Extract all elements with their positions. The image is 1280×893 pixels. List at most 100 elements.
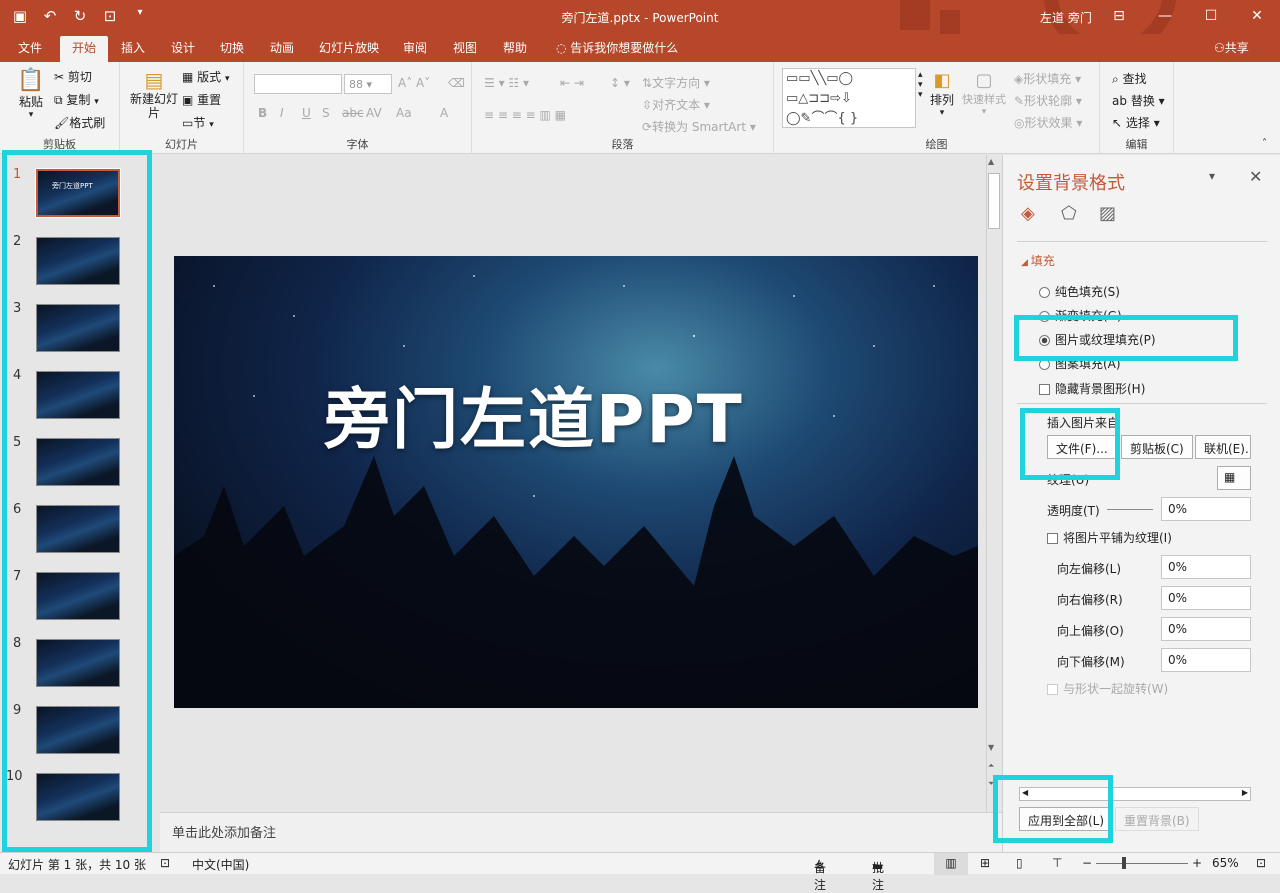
find-button[interactable]: ⌕ 查找	[1112, 70, 1147, 87]
scroll-right-icon[interactable]: ▶	[1242, 788, 1248, 797]
arrange-button[interactable]: ◧ 排列 ▾	[924, 70, 960, 118]
tab-animations[interactable]: 动画	[270, 39, 294, 56]
new-slide-button[interactable]: ▤ 新建幻灯片	[130, 68, 178, 120]
normal-view-icon[interactable]: ▥	[934, 853, 968, 875]
checkbox[interactable]	[1047, 684, 1058, 695]
slide-sorter-icon[interactable]: ⊞	[980, 856, 990, 870]
zoom-slider-thumb[interactable]	[1122, 857, 1126, 869]
clipboard-button[interactable]: 剪贴板(C)	[1121, 435, 1193, 459]
rotate-with-shape[interactable]: 与形状一起旋转(W)	[1047, 680, 1168, 697]
reset-background-button[interactable]: 重置背景(B)	[1115, 807, 1199, 831]
copy-button[interactable]: ⧉ 复制 ▾	[54, 91, 99, 108]
user-name[interactable]: 左道 旁门	[1040, 9, 1092, 26]
offset-bottom-input[interactable]: 0%	[1161, 648, 1251, 672]
transparency-slider[interactable]	[1107, 509, 1153, 510]
zoom-slider[interactable]	[1096, 863, 1188, 864]
reading-view-icon[interactable]: ▯	[1016, 856, 1023, 870]
ribbon-display-icon[interactable]: ⊟	[1096, 0, 1142, 32]
pentagon-icon[interactable]: ⬠	[1061, 203, 1077, 224]
tab-transitions[interactable]: 切换	[220, 39, 244, 56]
previous-slide-icon[interactable]: ⏶	[988, 761, 994, 771]
tab-file[interactable]: 文件	[18, 39, 42, 56]
picture-icon[interactable]: ▨	[1099, 203, 1116, 224]
maximize-icon[interactable]: ☐	[1188, 0, 1234, 32]
scroll-thumb[interactable]	[988, 173, 1000, 229]
tab-design[interactable]: 设计	[171, 39, 195, 56]
cut-button[interactable]: ✂ 剪切	[54, 68, 92, 85]
font-color-button[interactable]: A	[440, 106, 448, 120]
tab-home[interactable]: 开始	[60, 36, 109, 62]
tab-view[interactable]: 视图	[453, 39, 477, 56]
fit-to-window-icon[interactable]: ⊡	[1256, 856, 1266, 870]
align-icons[interactable]: ≡ ≡ ≡ ≡ ▥ ▦	[484, 108, 566, 122]
notes-pane[interactable]: 单击此处添加备注	[160, 812, 1002, 852]
hide-background-graphics[interactable]: 隐藏背景图形(H)	[1039, 380, 1145, 397]
scroll-down-icon[interactable]: ▼	[988, 743, 994, 752]
fill-bucket-icon[interactable]: ◈	[1021, 203, 1035, 224]
text-direction-button[interactable]: ⇅文字方向 ▾	[642, 74, 710, 91]
increase-font-icon[interactable]: A˄ A˅	[398, 76, 430, 90]
shapes-more-icon[interactable]: ▴ ▾ ▾	[918, 70, 923, 100]
offset-top-input[interactable]: 0%	[1161, 617, 1251, 641]
tab-insert[interactable]: 插入	[121, 39, 145, 56]
strike-button[interactable]: abc	[342, 106, 364, 120]
bullets-icon[interactable]: ☰ ▾ ☷ ▾	[484, 76, 529, 90]
share-button[interactable]: ⚇共享	[1214, 39, 1249, 56]
bold-button[interactable]: B	[258, 106, 267, 120]
italic-button[interactable]: I	[280, 106, 284, 120]
texture-picker[interactable]: ▦	[1217, 466, 1251, 490]
radio[interactable]	[1039, 287, 1050, 298]
scroll-up-icon[interactable]: ▲	[988, 157, 994, 166]
collapse-ribbon-icon[interactable]: ˄	[1262, 138, 1267, 149]
zoom-out-icon[interactable]: −	[1082, 856, 1092, 870]
zoom-level[interactable]: 65%	[1212, 856, 1239, 870]
shape-fill-button[interactable]: ◈形状填充 ▾	[1014, 70, 1081, 87]
slide-canvas[interactable]: 旁门左道PPT	[174, 256, 978, 708]
transparency-input[interactable]: 0%	[1161, 497, 1251, 521]
slide-title[interactable]: 旁门左道PPT	[324, 366, 744, 462]
tell-me-search[interactable]: ◌ 告诉我你想要做什么	[556, 39, 678, 56]
close-icon[interactable]: ✕	[1249, 167, 1262, 186]
language-indicator[interactable]: 中文(中国)	[192, 856, 249, 873]
reset-button[interactable]: ▣ 重置	[182, 91, 221, 108]
quick-styles-button[interactable]: ▢ 快速样式 ▾	[960, 70, 1008, 117]
offset-right-input[interactable]: 0%	[1161, 586, 1251, 610]
case-button[interactable]: Aa	[396, 106, 412, 120]
tab-slideshow[interactable]: 幻灯片放映	[319, 39, 379, 56]
zoom-in-icon[interactable]: +	[1192, 856, 1202, 870]
replace-button[interactable]: ab 替换 ▾	[1112, 92, 1165, 109]
line-spacing-icon[interactable]: ↕ ▾	[610, 76, 630, 90]
tab-help[interactable]: 帮助	[503, 39, 527, 56]
slide-vertical-scrollbar[interactable]: ▲ ▼ ⏶ ⏷	[986, 155, 1002, 812]
font-size-combo[interactable]: 88 ▾	[344, 74, 392, 94]
shape-effects-button[interactable]: ◎形状效果 ▾	[1014, 114, 1082, 131]
checkbox[interactable]	[1047, 533, 1058, 544]
select-button[interactable]: ↖ 选择 ▾	[1112, 114, 1160, 131]
slideshow-icon[interactable]: ⊤	[1052, 856, 1062, 870]
format-painter-button[interactable]: 🖌格式刷	[54, 114, 105, 131]
pane-options-icon[interactable]: ▾	[1209, 169, 1215, 183]
spellcheck-icon[interactable]: ⊡	[160, 856, 170, 870]
paste-button[interactable]: 📋 粘贴 ▾	[14, 68, 48, 120]
checkbox[interactable]	[1039, 384, 1050, 395]
shapes-gallery[interactable]: ▭▭╲╲▭◯ ▭△⊐⊐⇨⇩ ◯✎⌒⌒{ }	[782, 68, 916, 128]
underline-button[interactable]: U	[302, 106, 311, 120]
section-button[interactable]: ▭节 ▾	[182, 114, 214, 131]
minimize-icon[interactable]: —	[1142, 0, 1188, 32]
shape-outline-button[interactable]: ✎形状轮廓 ▾	[1014, 92, 1082, 109]
close-icon[interactable]: ✕	[1234, 0, 1280, 32]
offset-left-input[interactable]: 0%	[1161, 555, 1251, 579]
clear-format-icon[interactable]: ⌫	[448, 76, 465, 90]
solid-fill-option[interactable]: 纯色填充(S)	[1039, 283, 1120, 300]
tile-as-texture[interactable]: 将图片平铺为纹理(I)	[1047, 529, 1172, 546]
smartart-button[interactable]: ⟳转换为 SmartArt ▾	[642, 118, 756, 135]
online-button[interactable]: 联机(E)...	[1195, 435, 1251, 459]
shadow-button[interactable]: S	[322, 106, 330, 120]
tab-review[interactable]: 审阅	[403, 39, 427, 56]
font-name-combo[interactable]	[254, 74, 342, 94]
align-text-button[interactable]: ⇳对齐文本 ▾	[642, 96, 710, 113]
fill-section-header[interactable]: ◢ 填充	[1021, 252, 1055, 269]
spacing-button[interactable]: AV	[366, 106, 382, 120]
indent-icon[interactable]: ⇤ ⇥	[560, 76, 584, 90]
layout-button[interactable]: ▦ 版式 ▾	[182, 68, 230, 85]
